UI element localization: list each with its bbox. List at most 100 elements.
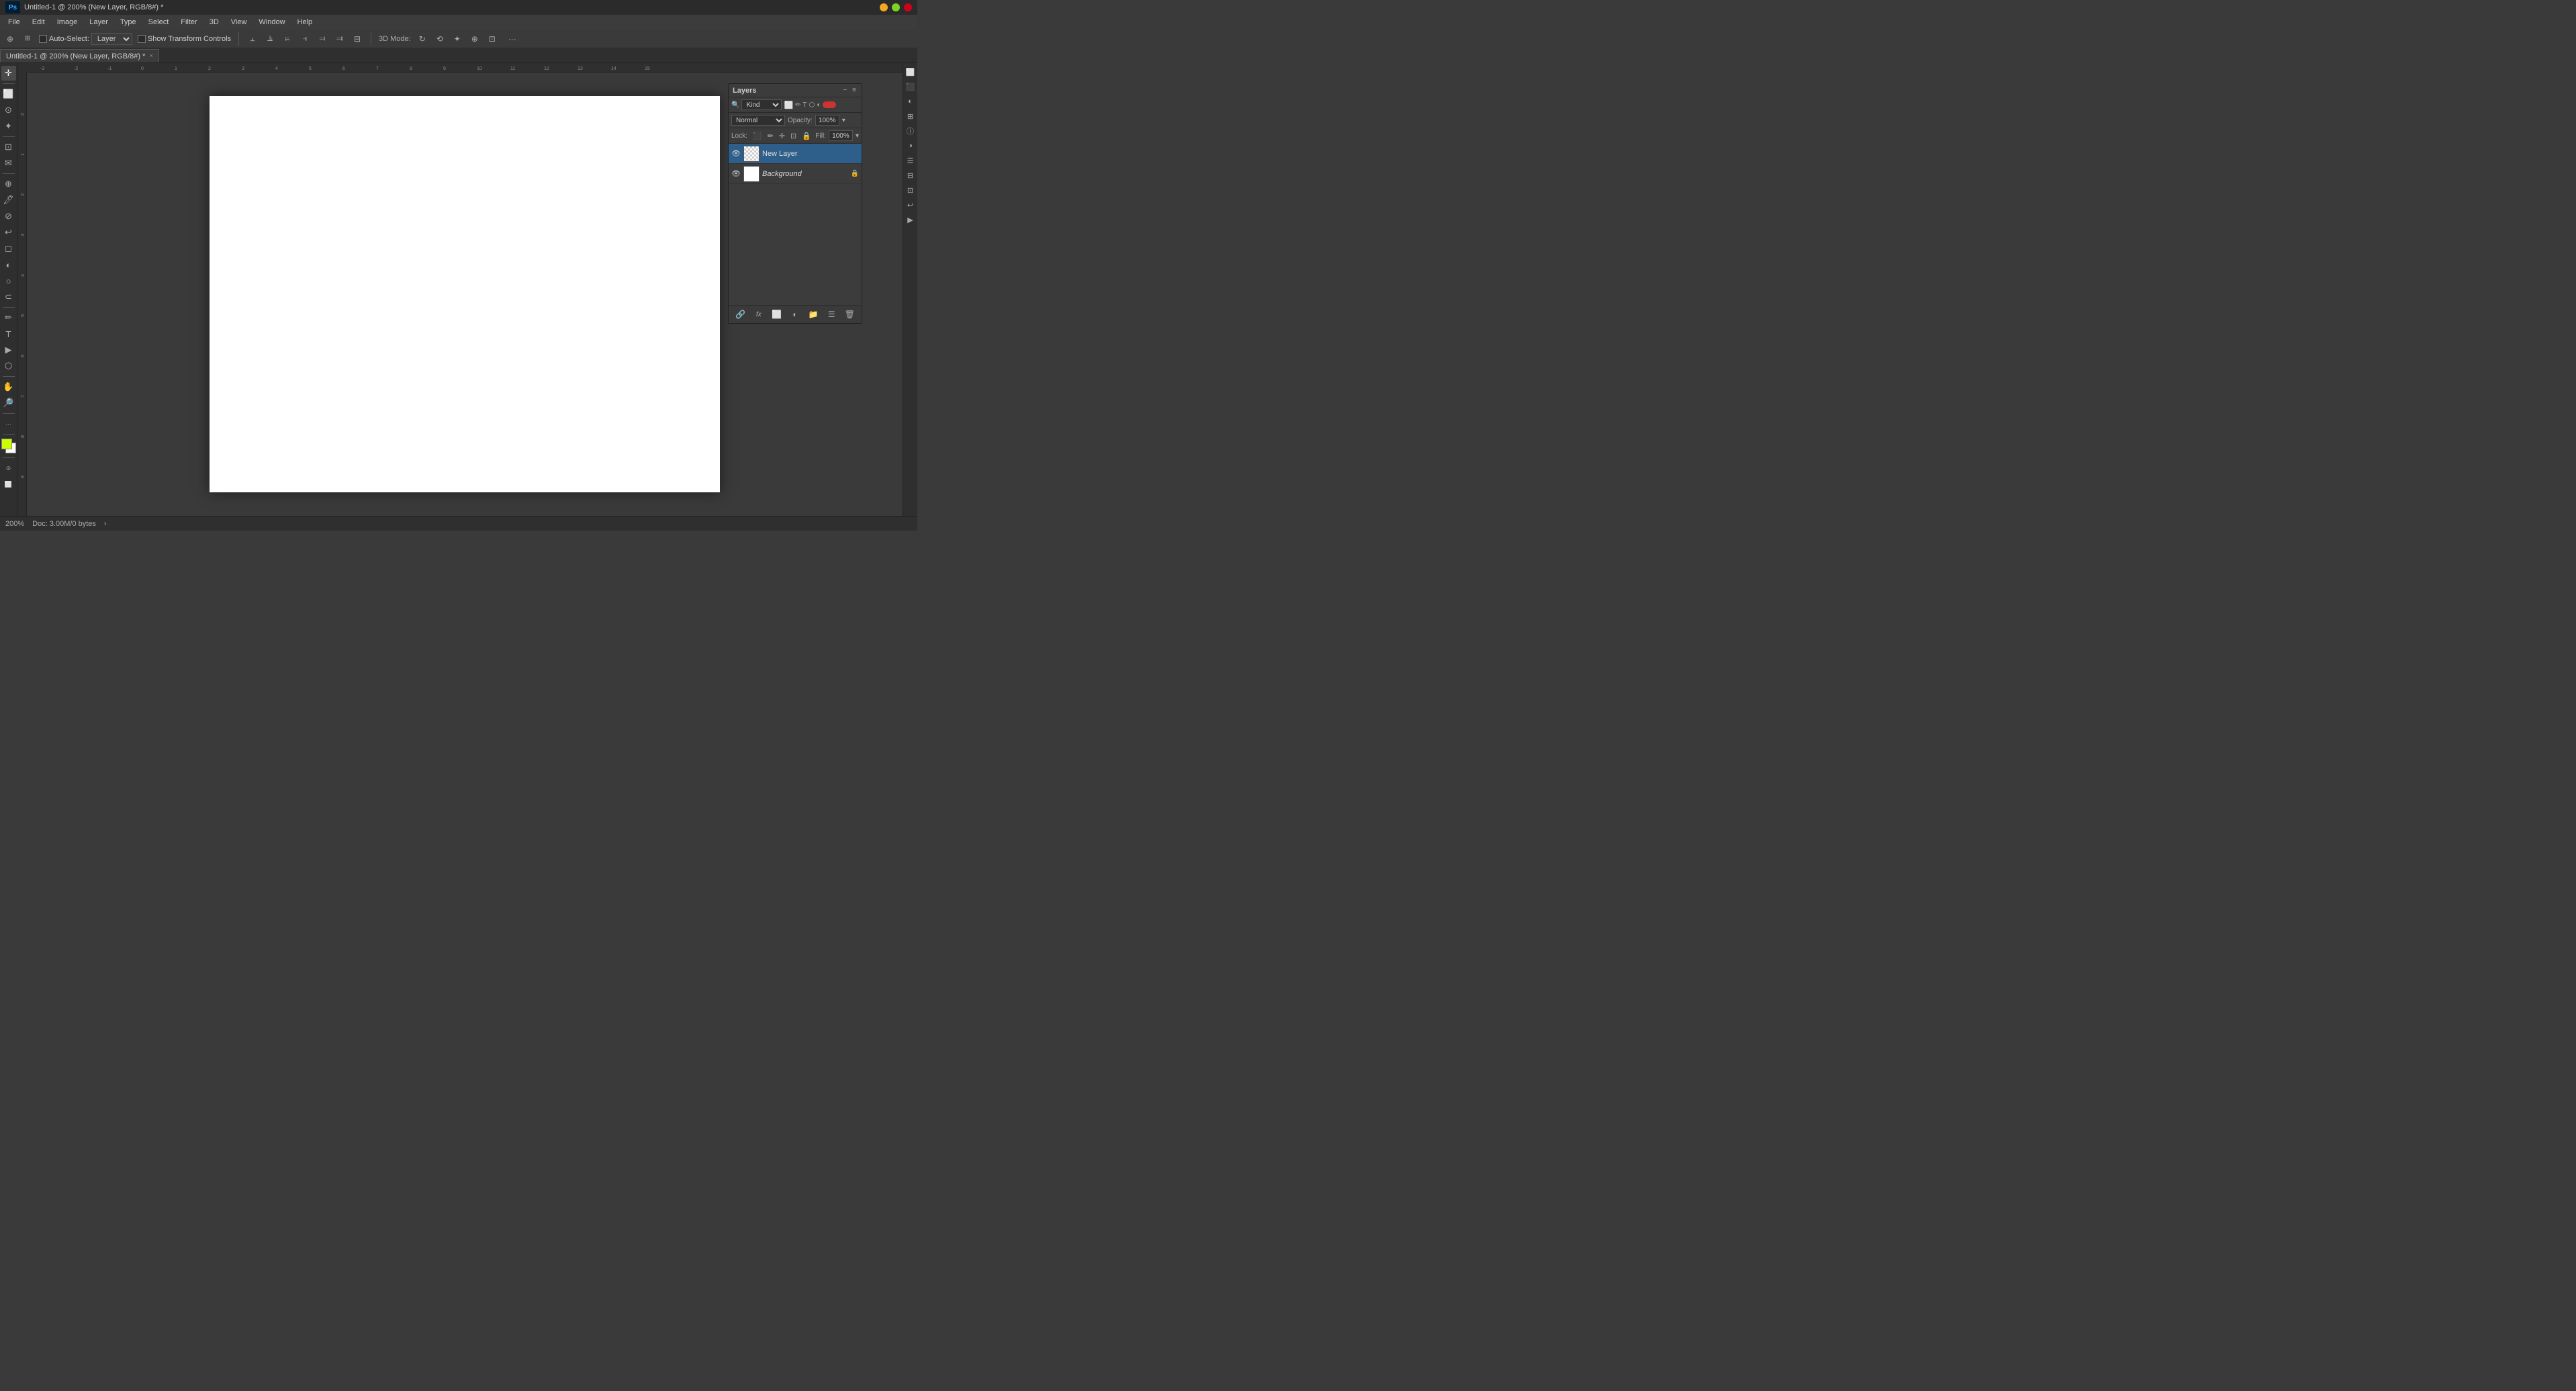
3d-pan-icon[interactable]: ✦ — [451, 33, 463, 45]
auto-select-checkbox[interactable] — [39, 35, 47, 43]
layer-adjustment-button[interactable]: ◐ — [789, 308, 801, 320]
layer-link-button[interactable]: 🔗 — [735, 308, 747, 320]
properties-panel-icon[interactable]: ⓘ — [905, 125, 917, 137]
align-right-icon[interactable]: ⫢ — [281, 33, 293, 45]
menu-3d[interactable]: 3D — [204, 17, 224, 28]
menu-file[interactable]: File — [3, 17, 26, 28]
layers-kind-dropdown[interactable]: Kind — [741, 99, 782, 110]
layer-group-button[interactable]: 📁 — [807, 308, 819, 320]
close-button[interactable] — [904, 3, 912, 11]
move-tool[interactable]: ✛ — [1, 66, 16, 81]
shape-tool[interactable]: ⬡ — [1, 359, 16, 373]
auto-select-dropdown[interactable]: Layer Group — [91, 33, 132, 45]
brush-tool[interactable]: 🖊 — [1, 193, 16, 208]
filter-smart-icon[interactable]: ◐ — [817, 101, 821, 109]
fill-input[interactable] — [829, 130, 853, 141]
lock-all-icon[interactable]: 🔒 — [800, 132, 813, 140]
crop-tool[interactable]: ⊡ — [1, 140, 16, 154]
layer-mask-button[interactable]: ⬜ — [771, 308, 783, 320]
clone-stamp-tool[interactable]: ⊘ — [1, 209, 16, 224]
menu-view[interactable]: View — [226, 17, 252, 28]
more-tools-button[interactable]: ··· — [1, 416, 16, 431]
lock-position-icon[interactable]: ✏ — [766, 132, 775, 140]
path-selection-tool[interactable]: ▶ — [1, 343, 16, 357]
menu-select[interactable]: Select — [143, 17, 175, 28]
layers-panel-menu[interactable]: ≡ — [851, 87, 858, 94]
actions-panel-icon[interactable]: ▶ — [905, 214, 917, 226]
channels-panel-icon[interactable]: ⊟ — [905, 169, 917, 181]
lasso-tool[interactable]: ⊙ — [1, 103, 16, 118]
status-arrow[interactable]: › — [104, 520, 107, 528]
lock-pixels-icon[interactable]: ⬛ — [751, 132, 764, 140]
align-left-icon[interactable]: ⫠ — [246, 33, 259, 45]
eyedropper-tool[interactable]: ✉ — [1, 156, 16, 171]
screen-mode-button[interactable]: ⬜ — [1, 477, 16, 492]
align-center-v-icon[interactable]: ⫤ — [316, 33, 328, 45]
adjustments-panel-icon[interactable]: ◑ — [905, 140, 917, 152]
filter-shape-icon[interactable]: ⬡ — [809, 101, 815, 109]
color-panel-icon[interactable]: ⬜ — [905, 66, 917, 78]
color-swatches[interactable] — [1, 439, 16, 453]
zoom-tool[interactable]: 🔎 — [1, 396, 16, 410]
filter-type-icon[interactable]: T — [803, 101, 807, 109]
layer-visibility-new-layer[interactable]: 👁 — [731, 149, 741, 159]
layers-panel-minimize[interactable]: − — [841, 87, 848, 94]
more-options-icon[interactable]: ··· — [506, 33, 518, 45]
3d-slide-icon[interactable]: ⊕ — [469, 33, 481, 45]
fill-chevron[interactable]: ▾ — [856, 132, 859, 140]
hand-tool[interactable]: ✋ — [1, 379, 16, 394]
lock-move-icon[interactable]: ✛ — [778, 132, 786, 140]
document-tab[interactable]: Untitled-1 @ 200% (New Layer, RGB/8#) * … — [0, 49, 159, 62]
lock-artboard-icon[interactable]: ⊡ — [789, 132, 798, 140]
quick-mask-button[interactable]: ⊙ — [1, 461, 16, 476]
paths-panel-icon[interactable]: ⊡ — [905, 184, 917, 196]
align-center-h-icon[interactable]: ⫡ — [264, 33, 276, 45]
layer-delete-button[interactable]: 🗑 — [843, 308, 856, 320]
opacity-input[interactable] — [815, 115, 839, 126]
layer-new-button[interactable]: ☰ — [825, 308, 837, 320]
align-distribute-icon[interactable]: ⊟ — [351, 33, 363, 45]
foreground-color-swatch[interactable] — [1, 439, 12, 449]
layer-fx-button[interactable]: fx — [753, 308, 765, 320]
align-top-icon[interactable]: ⫣ — [299, 33, 311, 45]
maximize-button[interactable] — [892, 3, 900, 11]
minimize-button[interactable] — [880, 3, 888, 11]
menu-layer[interactable]: Layer — [84, 17, 113, 28]
opacity-chevron[interactable]: ▾ — [842, 117, 845, 124]
canvas[interactable] — [210, 96, 720, 492]
layer-visibility-background[interactable]: 👁 — [731, 169, 741, 179]
filter-pixel-icon[interactable]: ⬜ — [784, 101, 793, 109]
3d-rotate-icon[interactable]: ↻ — [416, 33, 428, 45]
dodge-tool[interactable]: ⊂ — [1, 289, 16, 304]
blend-mode-dropdown[interactable]: Normal — [731, 115, 785, 126]
healing-brush-tool[interactable]: ⊕ — [1, 177, 16, 191]
tab-close-button[interactable]: × — [149, 52, 153, 60]
layers-panel-header[interactable]: Layers − ≡ — [729, 84, 862, 97]
menu-help[interactable]: Help — [292, 17, 318, 28]
blur-tool[interactable]: ○ — [1, 273, 16, 288]
swatches-panel-icon[interactable]: ⬛ — [905, 81, 917, 93]
3d-scale-icon[interactable]: ⊡ — [486, 33, 498, 45]
marquee-tool[interactable]: ⬜ — [1, 87, 16, 101]
filter-toggle[interactable] — [823, 101, 836, 108]
gradients-panel-icon[interactable]: ◐ — [905, 95, 917, 107]
layers-panel-icon[interactable]: ☰ — [905, 154, 917, 167]
text-tool[interactable]: T — [1, 326, 16, 341]
pen-tool[interactable]: ✏ — [1, 310, 16, 325]
menu-type[interactable]: Type — [115, 17, 142, 28]
menu-edit[interactable]: Edit — [27, 17, 50, 28]
history-panel-icon[interactable]: ↩ — [905, 199, 917, 211]
align-bottom-icon[interactable]: ⫥ — [334, 33, 346, 45]
show-transform-checkbox[interactable] — [138, 35, 146, 43]
3d-roll-icon[interactable]: ⟲ — [434, 33, 446, 45]
history-brush-tool[interactable]: ↩ — [1, 225, 16, 240]
menu-image[interactable]: Image — [52, 17, 83, 28]
gradient-tool[interactable]: ◐ — [1, 257, 16, 272]
menu-filter[interactable]: Filter — [175, 17, 202, 28]
patterns-panel-icon[interactable]: ⊞ — [905, 110, 917, 122]
magic-wand-tool[interactable]: ✦ — [1, 119, 16, 134]
layer-row-background[interactable]: 👁 Background 🔒 — [729, 164, 862, 184]
layer-row-new-layer[interactable]: 👁 New Layer — [729, 144, 862, 164]
filter-adjust-icon[interactable]: ✏ — [795, 101, 800, 109]
menu-window[interactable]: Window — [253, 17, 290, 28]
